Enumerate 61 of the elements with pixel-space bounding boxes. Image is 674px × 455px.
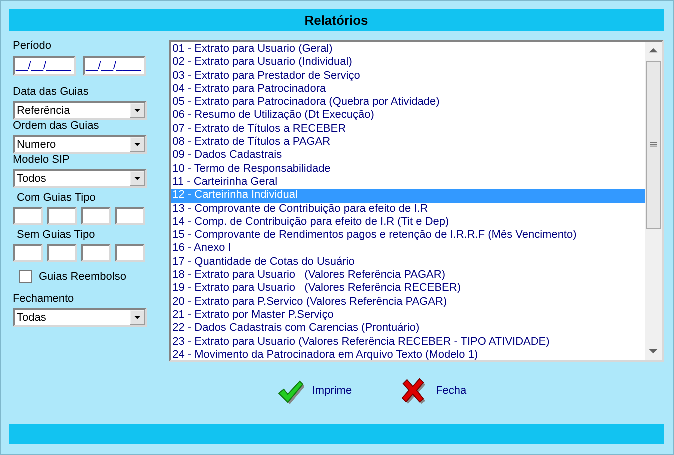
text-field[interactable] (47, 207, 77, 225)
caret-icon (134, 142, 141, 146)
field-label: Período (13, 40, 53, 53)
dropdown-button[interactable] (130, 103, 145, 118)
report-item[interactable]: 09 - Dados Cadastrais (170, 149, 645, 163)
report-item[interactable]: 13 - Comprovante de Contribuição para efeito de I.R (170, 202, 645, 216)
scrollbar[interactable] (645, 42, 662, 360)
report-item[interactable]: 23 - Extrato para Usuario (Valores Referência RECEBER - TIPO ATIVIDADE) (170, 336, 645, 349)
dropdown[interactable]: Referência (13, 101, 147, 120)
report-item[interactable]: 24 - Movimento da Patrocinadora em Arquivo Texto (Modelo 1) (170, 348, 645, 362)
report-item[interactable]: 19 - Extrato para Usuario (Valores Referência RECEBER) (170, 282, 645, 296)
text-field[interactable] (13, 244, 43, 262)
report-item[interactable]: 01 - Extrato para Usuario (Geral) (170, 43, 645, 56)
report-item[interactable]: 18 - Extrato para Usuario (Valores Referência PAGAR) (170, 269, 645, 282)
print-button[interactable]: Imprime (272, 376, 356, 406)
field-label: Ordem das Guias (13, 120, 100, 133)
report-item[interactable]: 02 - Extrato para Usuario (Individual) (170, 56, 645, 70)
window-title: Relatórios (304, 12, 368, 28)
field-label: Data das Guias (13, 86, 90, 99)
text-field[interactable] (115, 207, 145, 225)
report-item[interactable]: 14 - Comp. de Contribuição para efeito de I.R (Tit e Dep) (170, 216, 645, 230)
caret-icon (134, 108, 141, 112)
checkbox-label: Guias Reembolso (39, 270, 126, 282)
text-field[interactable] (115, 244, 145, 262)
text-field[interactable] (13, 207, 43, 225)
field-label: Modelo SIP (13, 154, 71, 167)
caret-icon (134, 316, 141, 320)
report-item[interactable]: 15 - Comprovante de Rendimentos pagos e retenção de I.R.R.F (Mês Vencimento) (170, 229, 645, 242)
dropdown-button[interactable] (130, 310, 145, 325)
dropdown-button[interactable] (130, 171, 145, 186)
text-field[interactable] (47, 244, 77, 262)
caret-icon (134, 176, 141, 180)
field-label: Com Guias Tipo (17, 192, 97, 205)
report-item[interactable]: 11 - Carteirinha Geral (170, 176, 645, 190)
dropdown[interactable]: Todos (13, 169, 147, 188)
report-item[interactable]: 21 - Extrato por Master P.Serviço (170, 308, 645, 322)
report-item[interactable]: 16 - Anexo I (170, 242, 645, 256)
report-item[interactable]: 22 - Dados Cadastrais com Carencias (Prontuário) (170, 322, 645, 336)
scroll-thumb[interactable] (646, 61, 661, 229)
report-item[interactable]: 03 - Extrato para Prestador de Serviço (170, 70, 645, 83)
report-item[interactable]: 20 - Extrato para P.Servico (Valores Referência PAGAR) (170, 296, 645, 309)
report-item[interactable]: 06 - Resumo de Utilização (Dt Execução) (170, 109, 645, 123)
report-item[interactable]: 08 - Extrato de Títulos a PAGAR (170, 136, 645, 150)
dropdown[interactable]: Todas (13, 308, 147, 327)
field-label: Fechamento (13, 293, 76, 306)
cross-icon (400, 378, 428, 404)
report-list[interactable] (168, 40, 664, 362)
checkbox[interactable] (19, 270, 32, 283)
close-button[interactable]: Fecha (396, 376, 471, 406)
dropdown[interactable]: Numero (13, 135, 147, 154)
dropdown-button[interactable] (130, 137, 145, 152)
date-field[interactable]: __/__/____ (83, 56, 146, 76)
report-item[interactable]: 10 - Termo de Responsabilidade (170, 162, 645, 176)
report-item[interactable]: 17 - Quantidade de Cotas do Usuário (170, 256, 645, 270)
text-field[interactable] (81, 244, 111, 262)
date-field[interactable]: __/__/____ (13, 56, 76, 76)
report-item[interactable]: 04 - Extrato para Patrocinadora (170, 82, 645, 96)
field-label: Sem Guias Tipo (17, 229, 96, 242)
report-item[interactable]: 07 - Extrato de Títulos a RECEBER (170, 122, 645, 136)
text-field[interactable] (81, 207, 111, 225)
report-item[interactable]: 05 - Extrato para Patrocinadora (Quebra por Atividade) (170, 96, 645, 110)
